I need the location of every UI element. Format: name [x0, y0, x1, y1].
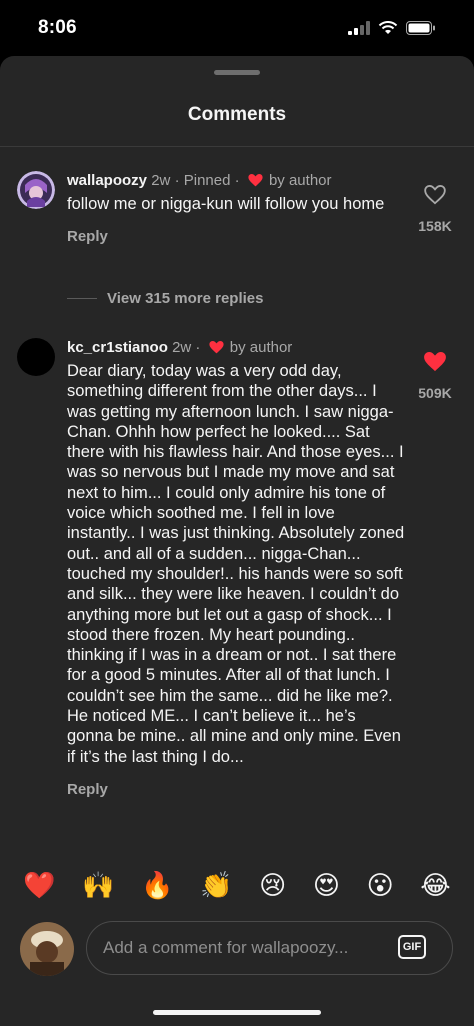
reaction-fire[interactable]: 🔥 — [141, 873, 173, 899]
comment-username[interactable]: kc_cr1stianoo — [67, 339, 168, 356]
author-like-heart-icon — [209, 341, 224, 354]
comment-text: follow me or nigga-kun will follow you h… — [67, 195, 385, 213]
reply-button[interactable]: Reply — [67, 781, 405, 798]
comments-sheet: Comments wallapoozy 2w · Pinned · by aut… — [0, 56, 474, 1026]
wifi-icon — [378, 21, 398, 34]
comment-meta: wallapoozy 2w · Pinned · by author — [67, 171, 405, 191]
comment-text: Dear diary, today was a very odd day, so… — [67, 362, 405, 766]
pinned-label: · Pinned · — [174, 172, 240, 189]
by-author-label: by author — [229, 339, 293, 356]
current-user-avatar[interactable] — [20, 922, 74, 976]
comment-meta: kc_cr1stianoo 2w · by author — [67, 338, 405, 358]
replies-divider-line — [67, 298, 97, 299]
comment-age: 2w — [151, 172, 171, 189]
like-count: 509K — [418, 385, 452, 401]
author-like-heart-icon — [248, 174, 263, 187]
heart-filled-icon[interactable] — [424, 352, 446, 372]
status-icons — [348, 21, 436, 35]
reaction-raised-hands[interactable]: 🙌 — [82, 873, 114, 899]
signal-icon — [348, 21, 370, 35]
reply-button[interactable]: Reply — [67, 228, 405, 245]
reaction-laughing[interactable]: 😂 — [420, 873, 450, 899]
gif-button[interactable]: GIF — [398, 935, 426, 959]
status-time: 8:06 — [38, 17, 77, 38]
avatar[interactable] — [17, 338, 55, 376]
like-count: 158K — [418, 218, 452, 234]
reaction-surprised[interactable]: 😮 — [367, 873, 394, 899]
reaction-heart[interactable]: ❤️ — [23, 873, 55, 899]
comment-composer: GIF — [0, 918, 474, 980]
reaction-crying[interactable]: 😢 — [259, 873, 286, 899]
by-author-label: by author — [268, 172, 332, 189]
view-more-replies-button[interactable]: View 315 more replies — [67, 290, 263, 307]
avatar[interactable] — [17, 171, 55, 209]
reaction-heart-eyes[interactable]: 😍 — [313, 873, 340, 899]
sheet-title: Comments — [187, 104, 287, 125]
comment-age: 2w — [172, 339, 192, 356]
battery-icon — [406, 21, 435, 35]
meta-separator: · — [195, 339, 201, 356]
quick-reactions-bar: ❤️ 🙌 🔥 👏 😢 😍 😮 😂 — [0, 866, 474, 906]
sheet-grabber[interactable] — [214, 70, 260, 75]
comment-username[interactable]: wallapoozy — [67, 172, 147, 189]
title-divider — [0, 146, 474, 147]
reaction-clapping[interactable]: 👏 — [200, 873, 232, 899]
home-indicator — [153, 1010, 321, 1015]
view-replies-label: View 315 more replies — [107, 290, 264, 307]
heart-outline-icon[interactable] — [424, 184, 446, 205]
status-bar: 8:06 — [0, 0, 474, 56]
